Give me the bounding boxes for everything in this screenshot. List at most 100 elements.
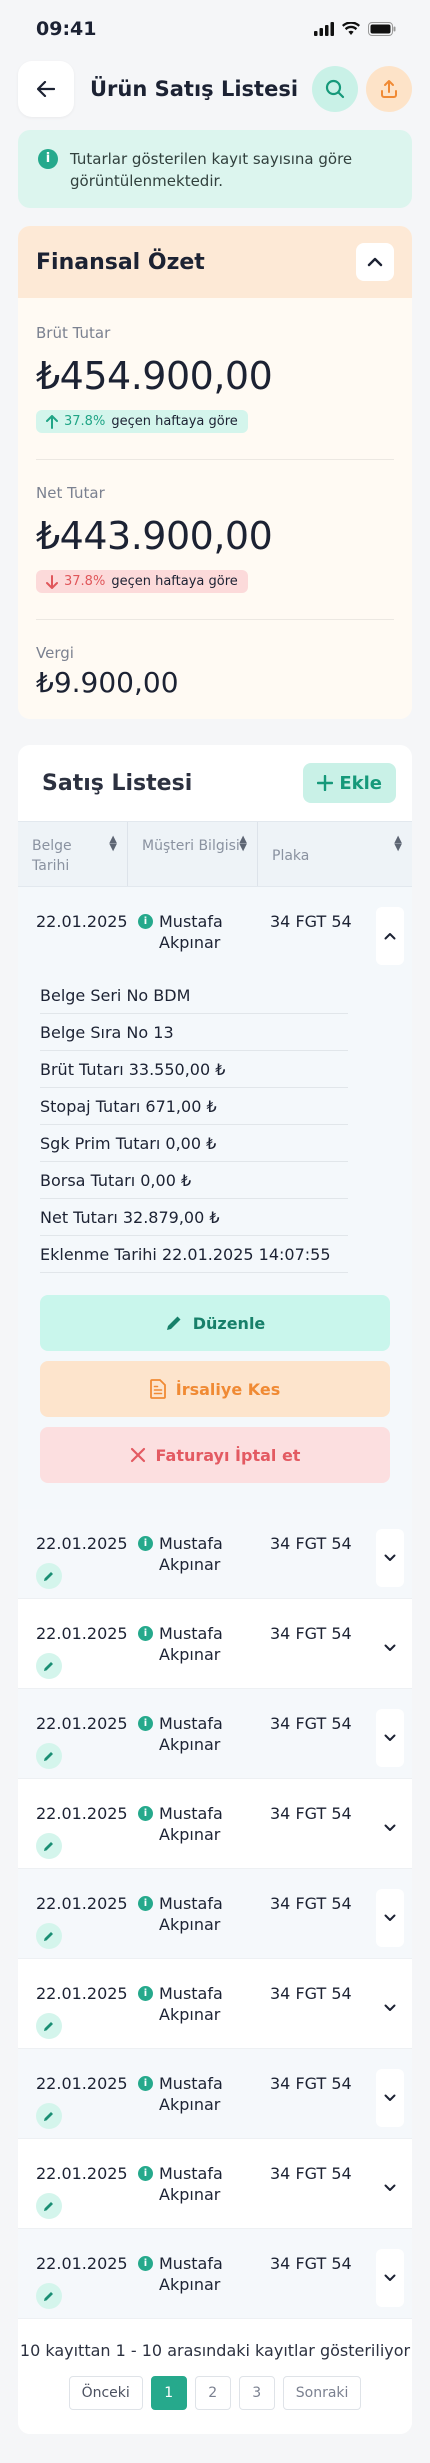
pencil-icon — [44, 2292, 53, 2301]
cell-customer: i Mustafa Akpınar — [128, 1869, 258, 1958]
page-button-1[interactable]: 1 — [150, 2376, 187, 2410]
row-details: Belge Seri No BDM Belge Sıra No 13 Brüt Tu… — [18, 977, 412, 1509]
cell-customer: i Mustafa Akpınar — [128, 1959, 258, 2048]
chevron-down-icon — [384, 2274, 396, 2281]
table-row[interactable]: 22.01.2025 i Mustafa Akpınar 34 FGT 54 — [18, 2139, 412, 2229]
page-title: Ürün Satış Listesi — [90, 77, 299, 101]
expand-row-button[interactable] — [376, 1709, 404, 1767]
table-row[interactable]: 22.01.2025 i Mustafa Akpınar 34 FGT 54 — [18, 2229, 412, 2319]
page-button-2[interactable]: 2 — [194, 2376, 231, 2410]
waybill-button[interactable]: İrsaliye Kes — [40, 1361, 390, 1417]
table-row[interactable]: 22.01.2025 i Mustafa Akpınar 34 FGT 54 — [18, 1959, 412, 2049]
expand-row-button[interactable] — [376, 2159, 404, 2217]
page-button-3[interactable]: 3 — [238, 2376, 275, 2410]
chevron-down-icon — [384, 2094, 396, 2101]
table-row[interactable]: 22.01.2025 i Mustafa Akpınar 34 FGT 54 — [18, 1509, 412, 1599]
info-icon[interactable]: i — [138, 1806, 153, 1821]
table-row[interactable]: 22.01.2025 i Mustafa Akpınar 34 FGT 54 — [18, 1779, 412, 1869]
edit-row-button[interactable] — [36, 1563, 62, 1589]
chevron-down-icon — [384, 1554, 396, 1561]
edit-row-button[interactable] — [36, 1653, 62, 1679]
export-button[interactable] — [366, 66, 412, 112]
edit-row-button[interactable] — [36, 1923, 62, 1949]
edit-button[interactable]: Düzenle — [40, 1295, 390, 1351]
cell-date: 22.01.2025 — [36, 1984, 128, 2003]
table-row[interactable]: 22.01.2025 i Mustafa Akpınar 34 FGT 54 — [18, 2049, 412, 2139]
pencil-icon — [44, 2112, 53, 2121]
net-trend-note: geçen haftaya göre — [111, 574, 238, 589]
info-icon[interactable]: i — [138, 1986, 153, 2001]
back-button[interactable] — [18, 61, 74, 117]
cell-date: 22.01.2025 — [36, 1804, 128, 1823]
info-icon[interactable]: i — [138, 914, 153, 929]
edit-row-button[interactable] — [36, 1743, 62, 1769]
info-icon[interactable]: i — [138, 2166, 153, 2181]
detail-line: Net Tutarı 32.879,00 ₺ — [40, 1199, 348, 1236]
edit-row-button[interactable] — [36, 2193, 62, 2219]
plus-icon — [317, 775, 334, 791]
detail-line: Borsa Tutarı 0,00 ₺ — [40, 1162, 348, 1199]
info-icon[interactable]: i — [138, 1716, 153, 1731]
chevron-up-icon — [367, 257, 383, 267]
expand-row-button[interactable] — [376, 1619, 404, 1677]
expand-row-button[interactable] — [376, 907, 404, 965]
prev-page-button[interactable]: Önceki — [68, 2376, 143, 2410]
detail-line: Sgk Prim Tutarı 0,00 ₺ — [40, 1125, 348, 1162]
detail-line: Eklenme Tarihi 22.01.2025 14:07:55 — [40, 1236, 348, 1273]
expand-row-button[interactable] — [376, 1529, 404, 1587]
cell-date: 22.01.2025 — [36, 1624, 128, 1643]
financial-summary-header[interactable]: Finansal Özet — [18, 226, 412, 298]
search-button[interactable] — [312, 66, 358, 112]
close-icon — [130, 1447, 145, 1463]
cell-date: 22.01.2025 — [36, 912, 128, 931]
cell-date: 22.01.2025 — [36, 1894, 128, 1913]
sales-list-header: Satış Listesi Ekle — [18, 745, 412, 821]
column-header-plate[interactable]: Plaka ▲ ▼ — [258, 822, 412, 886]
column-label: Müşteri Bilgisi — [142, 838, 240, 854]
column-header-date[interactable]: Belge Tarihi ▲ ▼ — [18, 822, 128, 886]
table-row[interactable]: 22.01.2025 i Mustafa Akpınar 34 FGT 54 — [18, 1689, 412, 1779]
info-icon[interactable]: i — [138, 2256, 153, 2271]
info-icon[interactable]: i — [138, 1626, 153, 1641]
detail-line: Belge Seri No BDM — [40, 977, 348, 1014]
info-icon[interactable]: i — [138, 2076, 153, 2091]
pencil-icon — [44, 2202, 53, 2211]
status-icons — [314, 22, 396, 36]
customer-name: Mustafa Akpınar — [159, 1624, 223, 1664]
info-icon[interactable]: i — [138, 1896, 153, 1911]
table-row[interactable]: 22.01.2025 i Mustafa Akpınar 34 FGT 54 — [18, 887, 412, 977]
cell-customer: i Mustafa Akpınar — [128, 887, 258, 977]
sort-icon: ▲ ▼ — [394, 834, 402, 853]
customer-name: Mustafa Akpınar — [159, 2164, 223, 2204]
expand-row-button[interactable] — [376, 2249, 404, 2307]
detail-line: Belge Sıra No 13 — [40, 1014, 348, 1051]
info-icon[interactable]: i — [138, 1536, 153, 1551]
table-body: 22.01.2025 i Mustafa Akpınar 34 FGT 54 Belge… — [18, 887, 412, 2319]
edit-row-button[interactable] — [36, 2103, 62, 2129]
add-button[interactable]: Ekle — [303, 763, 396, 803]
sales-list-title: Satış Listesi — [42, 770, 193, 796]
collapse-button[interactable] — [356, 243, 394, 281]
signal-icon — [314, 22, 334, 36]
expand-row-button[interactable] — [376, 2069, 404, 2127]
expand-row-button[interactable] — [376, 1799, 404, 1857]
expand-row-button[interactable] — [376, 1979, 404, 2037]
edit-row-button[interactable] — [36, 2013, 62, 2039]
detail-line: Brüt Tutarı 33.550,00 ₺ — [40, 1051, 348, 1088]
next-page-button[interactable]: Sonraki — [282, 2376, 362, 2410]
table-row[interactable]: 22.01.2025 i Mustafa Akpınar 34 FGT 54 — [18, 1599, 412, 1689]
detail-line: Stopaj Tutarı 671,00 ₺ — [40, 1088, 348, 1125]
tax-label: Vergi — [36, 644, 74, 662]
pencil-icon — [44, 1932, 53, 1941]
expand-row-button[interactable] — [376, 1889, 404, 1947]
wifi-icon — [342, 22, 360, 35]
arrow-left-icon — [37, 81, 55, 97]
edit-row-button[interactable] — [36, 2283, 62, 2309]
cell-customer: i Mustafa Akpınar — [128, 1779, 258, 1868]
battery-icon — [368, 22, 396, 36]
gross-trend-badge: 37.8% geçen haftaya göre — [36, 410, 248, 433]
cancel-invoice-button[interactable]: Faturayı İptal et — [40, 1427, 390, 1483]
edit-row-button[interactable] — [36, 1833, 62, 1859]
column-header-customer[interactable]: Müşteri Bilgisi ▲ ▼ — [128, 822, 258, 886]
table-row[interactable]: 22.01.2025 i Mustafa Akpınar 34 FGT 54 — [18, 1869, 412, 1959]
